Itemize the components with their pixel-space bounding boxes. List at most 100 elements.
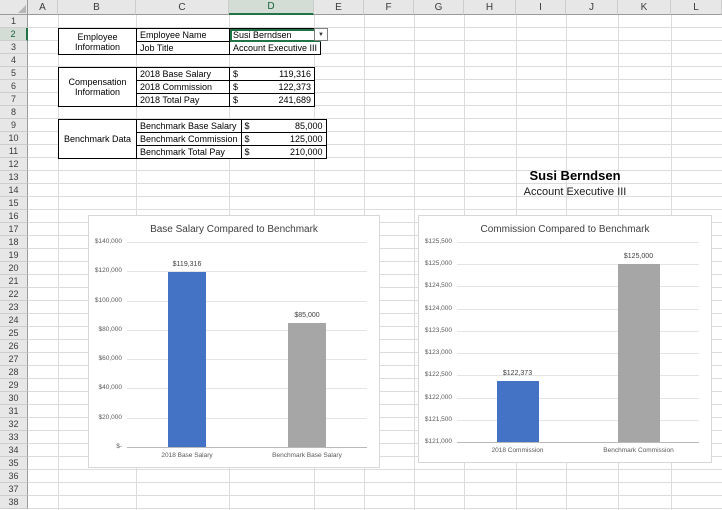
cell-field-benchmark-commission[interactable]: Benchmark Commission <box>136 132 242 146</box>
row-header-4[interactable]: 4 <box>0 54 28 67</box>
column-header-E[interactable]: E <box>314 0 364 15</box>
cell-value-benchmark-base-salary[interactable]: $85,000 <box>240 119 327 133</box>
bar-benchmark-base-salary[interactable] <box>288 322 326 447</box>
bar-benchmark-commission[interactable] <box>617 264 660 442</box>
cell-value-2018-base-salary[interactable]: $119,316 <box>229 67 315 81</box>
select-all-corner[interactable] <box>0 0 28 15</box>
chart-gridline <box>457 419 699 421</box>
row-header-12[interactable]: 12 <box>0 158 28 171</box>
row-header-24[interactable]: 24 <box>0 314 28 327</box>
cell-value-benchmark-commission[interactable]: $125,000 <box>240 132 327 146</box>
chart-gridline <box>127 388 367 390</box>
row-header-30[interactable]: 30 <box>0 392 28 405</box>
bar-data-label: $119,316 <box>172 261 202 269</box>
row-header-21[interactable]: 21 <box>0 275 28 288</box>
column-header-D[interactable]: D <box>229 0 314 15</box>
chart-gridline <box>457 353 699 355</box>
row-header-27[interactable]: 27 <box>0 353 28 366</box>
employee-name-dropdown[interactable]: ▼ <box>314 28 328 41</box>
cell-field-2018-commission[interactable]: 2018 Commission <box>136 80 230 94</box>
row-header-29[interactable]: 29 <box>0 379 28 392</box>
row-header-20[interactable]: 20 <box>0 262 28 275</box>
column-header-I[interactable]: I <box>516 0 566 15</box>
row-header-2[interactable]: 2 <box>0 28 28 41</box>
row-header-10[interactable]: 10 <box>0 132 28 145</box>
row-header-1[interactable]: 1 <box>0 15 28 28</box>
cell-field-benchmark-total-pay[interactable]: Benchmark Total Pay <box>136 145 242 159</box>
y-axis-label: $60,000 <box>98 355 123 363</box>
bar-2018-base-salary[interactable] <box>168 272 206 447</box>
y-axis-label: $125,500 <box>424 238 452 245</box>
row-header-19[interactable]: 19 <box>0 249 28 262</box>
cell-value-2018-commission[interactable]: $122,373 <box>229 80 315 94</box>
row-header-28[interactable]: 28 <box>0 366 28 379</box>
y-axis-label: $20,000 <box>98 413 123 421</box>
cell-field-employee-name[interactable]: Employee Name <box>136 28 230 42</box>
column-header-H[interactable]: H <box>464 0 516 15</box>
row-header-33[interactable]: 33 <box>0 431 28 444</box>
row-header-5[interactable]: 5 <box>0 67 28 80</box>
row-header-15[interactable]: 15 <box>0 197 28 210</box>
row-header-7[interactable]: 7 <box>0 93 28 106</box>
column-header-L[interactable]: L <box>671 0 722 15</box>
column-header-C[interactable]: C <box>136 0 229 15</box>
row-header-23[interactable]: 23 <box>0 301 28 314</box>
cell-compensation-information-label[interactable]: Compensation Information <box>58 67 137 107</box>
chart-title: Commission Compared to Benchmark <box>480 224 650 235</box>
bar-data-label: $125,000 <box>623 253 654 261</box>
x-axis-label: 2018 Base Salary <box>161 452 213 459</box>
row-header-16[interactable]: 16 <box>0 210 28 223</box>
row-header-6[interactable]: 6 <box>0 80 28 93</box>
chart-gridline <box>457 442 699 443</box>
column-header-G[interactable]: G <box>414 0 464 15</box>
row-header-13[interactable]: 13 <box>0 171 28 184</box>
row-header-14[interactable]: 14 <box>0 184 28 197</box>
row-header-25[interactable]: 25 <box>0 327 28 340</box>
employee-name-heading: Susi Berndsen <box>529 168 621 183</box>
row-header-37[interactable]: 37 <box>0 483 28 496</box>
column-header-K[interactable]: K <box>618 0 671 15</box>
row-header-18[interactable]: 18 <box>0 236 28 249</box>
column-header-J[interactable]: J <box>566 0 618 15</box>
row-header-17[interactable]: 17 <box>0 223 28 236</box>
bar-2018-commission[interactable] <box>496 380 539 442</box>
row-header-3[interactable]: 3 <box>0 41 28 54</box>
chart-commission[interactable]: Commission Compared to Benchmark $121,000… <box>418 215 712 463</box>
cell-field-job-title[interactable]: Job Title <box>136 41 230 55</box>
cell-value-2018-total-pay[interactable]: $241,689 <box>229 93 315 107</box>
y-axis-label: $122,500 <box>424 371 452 379</box>
row-header-9[interactable]: 9 <box>0 119 28 132</box>
cell-value-job-title[interactable]: Account Executive III <box>228 41 322 55</box>
column-header-F[interactable]: F <box>364 0 414 15</box>
row-header-36[interactable]: 36 <box>0 470 28 483</box>
row-header-38[interactable]: 38 <box>0 496 28 509</box>
chart-gridline <box>127 242 367 243</box>
chart-base-salary[interactable]: Base Salary Compared to Benchmark $- $20,0… <box>88 215 380 468</box>
row-header-35[interactable]: 35 <box>0 457 28 470</box>
cell-benchmark-data-label[interactable]: Benchmark Data <box>58 119 137 159</box>
x-axis-label: 2018 Commission <box>491 447 544 454</box>
bar-data-label: $85,000 <box>294 311 320 319</box>
bar-data-label: $122,373 <box>502 369 533 377</box>
row-header-34[interactable]: 34 <box>0 444 28 457</box>
row-header-26[interactable]: 26 <box>0 340 28 353</box>
cell-field-2018-total-pay[interactable]: 2018 Total Pay <box>136 93 230 107</box>
cell-field-benchmark-base-salary[interactable]: Benchmark Base Salary <box>136 119 242 133</box>
y-axis-label: $121,500 <box>424 415 452 423</box>
column-header-A[interactable]: A <box>28 0 58 15</box>
cell-employee-information-label[interactable]: Employee Information <box>58 28 137 55</box>
column-header-B[interactable]: B <box>58 0 136 15</box>
row-header-22[interactable]: 22 <box>0 288 28 301</box>
table-benchmark-data: Benchmark Data Benchmark Base Salary $85,0… <box>58 119 327 159</box>
x-axis-label: Benchmark Commission <box>603 447 674 454</box>
row-header-11[interactable]: 11 <box>0 145 28 158</box>
chart-gridline <box>127 447 367 448</box>
cell-value-benchmark-total-pay[interactable]: $210,000 <box>240 145 327 159</box>
cell-field-2018-base-salary[interactable]: 2018 Base Salary <box>136 67 230 81</box>
cell-value-employee-name[interactable]: Susi Berndsen <box>228 28 322 42</box>
table-employee-information: Employee Information Employee Name Susi Be… <box>58 28 322 55</box>
row-header-32[interactable]: 32 <box>0 418 28 431</box>
row-header-8[interactable]: 8 <box>0 106 28 119</box>
column-gridline <box>414 15 415 510</box>
row-header-31[interactable]: 31 <box>0 405 28 418</box>
